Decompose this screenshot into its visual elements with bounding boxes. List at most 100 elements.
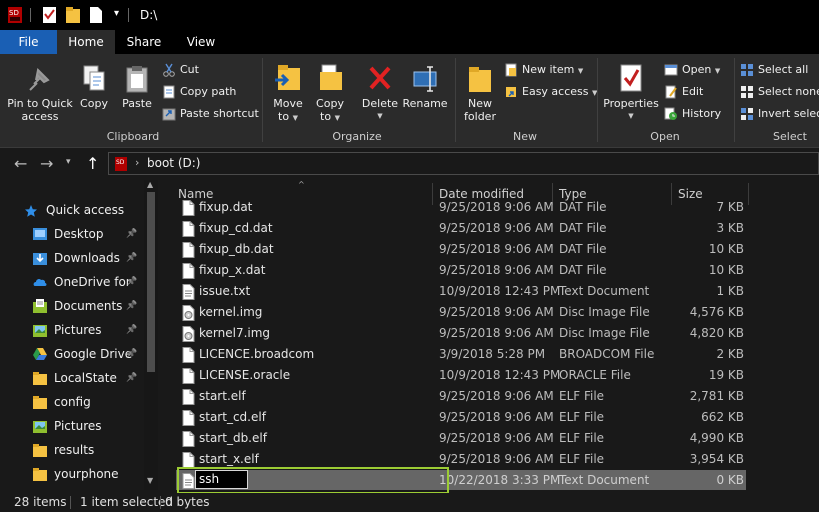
organize-group-label: Organize: [332, 130, 382, 143]
nav-item-label: OneDrive for: [54, 275, 131, 289]
file-row[interactable]: kernel.img 9/25/2018 9:06 AM Disc Image Fi…: [176, 302, 746, 323]
delete-button[interactable]: Delete ▼: [360, 62, 400, 123]
file-name: fixup.dat: [199, 200, 253, 214]
nav-item-onedrive-for[interactable]: OneDrive for 📌: [0, 270, 144, 294]
file-name: start.elf: [199, 389, 246, 403]
navigation-bar: ← → ▾ ↑ SD › boot (D:): [0, 148, 819, 180]
pinned-icon[interactable]: 📌: [126, 342, 137, 366]
paste-icon: [126, 66, 148, 93]
open-button[interactable]: Open ▼: [664, 61, 720, 79]
move-to-button[interactable]: Move to ▼: [270, 62, 306, 125]
file-row[interactable]: start_db.elf 9/25/2018 9:06 AM ELF File 4,9…: [176, 428, 746, 449]
breadcrumb-boot-drive[interactable]: boot (D:): [147, 156, 200, 170]
status-divider: [70, 496, 71, 509]
tab-home[interactable]: Home: [57, 30, 115, 54]
recent-locations-dropdown[interactable]: ▾: [66, 157, 71, 167]
edit-button[interactable]: Edit: [664, 83, 703, 101]
select-all-button[interactable]: Select all: [740, 61, 808, 79]
properties-quick-icon[interactable]: [42, 6, 58, 24]
scroll-up-arrow-icon[interactable]: ▲: [147, 180, 153, 189]
rename-input[interactable]: ssh: [195, 470, 248, 489]
open-group-label: Open: [650, 130, 680, 143]
column-divider[interactable]: [748, 183, 749, 205]
pinned-icon[interactable]: 📌: [126, 294, 137, 318]
invert-selection-button[interactable]: Invert select: [740, 105, 819, 123]
tab-share[interactable]: Share: [118, 30, 170, 54]
file-size: 4,820 KB: [689, 326, 744, 340]
rename-button[interactable]: Rename: [402, 62, 448, 110]
nav-item-documents[interactable]: Documents 📌: [0, 294, 144, 318]
copy-path-button[interactable]: Copy path: [162, 83, 236, 101]
breadcrumb-separator-icon[interactable]: ›: [135, 156, 139, 169]
new-item-button[interactable]: New item ▼: [504, 61, 583, 79]
new-folder-button[interactable]: New folder: [460, 62, 500, 123]
paste-button[interactable]: Paste: [118, 64, 156, 110]
nav-item-desktop[interactable]: Desktop 📌: [0, 222, 144, 246]
nav-item-pictures[interactable]: Pictures 📌: [0, 318, 144, 342]
select-none-button[interactable]: Select none: [740, 83, 819, 101]
easy-access-button[interactable]: Easy access ▼: [504, 83, 597, 101]
file-row[interactable]: kernel7.img 9/25/2018 9:06 AM Disc Image F…: [176, 323, 746, 344]
paste-shortcut-button[interactable]: Paste shortcut: [162, 105, 259, 123]
file-row[interactable]: fixup_db.dat 9/25/2018 9:06 AM DAT File 10 …: [176, 239, 746, 260]
file-type: ELF File: [559, 452, 605, 466]
file-name: start_cd.elf: [199, 410, 266, 424]
copy-to-button[interactable]: Copy to ▼: [312, 62, 348, 125]
file-size: 10 KB: [708, 242, 744, 256]
open-icon: [664, 64, 678, 76]
pinned-icon[interactable]: 📌: [126, 366, 137, 390]
nav-item-results[interactable]: results: [0, 438, 144, 462]
customize-quick-access-dropdown[interactable]: ▾: [114, 8, 119, 19]
ribbon: Pin to Quick access Copy Paste Cut Copy …: [0, 54, 819, 148]
nav-item-config[interactable]: config: [0, 390, 144, 414]
copy-to-icon: [320, 64, 342, 90]
tab-view[interactable]: View: [176, 30, 226, 54]
pinned-icon[interactable]: 📌: [126, 270, 137, 294]
file-row[interactable]: start.elf 9/25/2018 9:06 AM ELF File 2,781 …: [176, 386, 746, 407]
pinned-icon[interactable]: 📌: [126, 246, 137, 270]
file-row[interactable]: fixup_cd.dat 9/25/2018 9:06 AM DAT File 3 K…: [176, 218, 746, 239]
scroll-down-arrow-icon[interactable]: ▼: [147, 476, 153, 485]
file-row[interactable]: LICENSE.oracle 10/9/2018 12:43 PM ORACLE F…: [176, 365, 746, 386]
file-date-modified: 9/25/2018 9:06 AM: [439, 452, 554, 466]
file-row[interactable]: issue.txt 10/9/2018 12:43 PM Text Document…: [176, 281, 746, 302]
status-bar: 28 items 1 item selected 0 bytes: [0, 493, 819, 512]
cut-button[interactable]: Cut: [162, 61, 199, 79]
up-arrow-icon[interactable]: ↑: [86, 154, 99, 173]
nav-item-localstate[interactable]: LocalState 📌: [0, 366, 144, 390]
pinned-icon[interactable]: 📌: [126, 222, 137, 246]
new-folder-quick-icon[interactable]: [65, 6, 81, 24]
nav-item-label: results: [54, 443, 95, 457]
file-date-modified: 9/25/2018 9:06 AM: [439, 305, 554, 319]
history-button[interactable]: History: [664, 105, 721, 123]
file-row[interactable]: fixup.dat 9/25/2018 9:06 AM DAT File 7 KB: [176, 197, 746, 218]
nav-item-google-drive[interactable]: Google Drive 📌: [0, 342, 144, 366]
new-file-quick-icon[interactable]: [88, 6, 104, 24]
file-row[interactable]: LICENCE.broadcom 3/9/2018 5:28 PM BROADCOM…: [176, 344, 746, 365]
nav-item-downloads[interactable]: Downloads 📌: [0, 246, 144, 270]
pin-to-quick-access-button[interactable]: Pin to Quick access: [4, 64, 76, 123]
properties-button[interactable]: Properties ▼: [602, 62, 660, 123]
back-arrow-icon[interactable]: ←: [14, 154, 27, 173]
address-bar[interactable]: SD › boot (D:): [108, 152, 819, 175]
nav-item-quick-access[interactable]: Quick access: [0, 198, 136, 222]
new-folder-icon: [469, 67, 491, 92]
new-item-icon: [505, 63, 517, 77]
file-date-modified: 9/25/2018 9:06 AM: [439, 389, 554, 403]
paste-shortcut-icon: [162, 108, 176, 121]
tab-file[interactable]: File: [0, 30, 57, 54]
file-date-modified: 10/22/2018 3:33 PM: [439, 473, 561, 487]
file-list: ^ Name Date modified Type Size fixup.dat…: [158, 180, 819, 490]
copy-button[interactable]: Copy: [78, 64, 110, 110]
forward-arrow-icon[interactable]: →: [40, 154, 53, 173]
pinned-icon[interactable]: 📌: [126, 318, 137, 342]
nav-item-label: Desktop: [54, 227, 104, 241]
file-row[interactable]: fixup_x.dat 9/25/2018 9:06 AM DAT File 10 K…: [176, 260, 746, 281]
copy-path-icon: [163, 85, 175, 99]
scrollbar-thumb[interactable]: [147, 192, 155, 372]
nav-item-yourphone[interactable]: yourphone: [0, 462, 144, 486]
sort-ascending-icon: ^: [298, 180, 305, 189]
navigation-pane-scrollbar[interactable]: ▲ ▼: [144, 180, 158, 490]
nav-item-pictures[interactable]: Pictures: [0, 414, 144, 438]
file-row[interactable]: start_cd.elf 9/25/2018 9:06 AM ELF File 662…: [176, 407, 746, 428]
